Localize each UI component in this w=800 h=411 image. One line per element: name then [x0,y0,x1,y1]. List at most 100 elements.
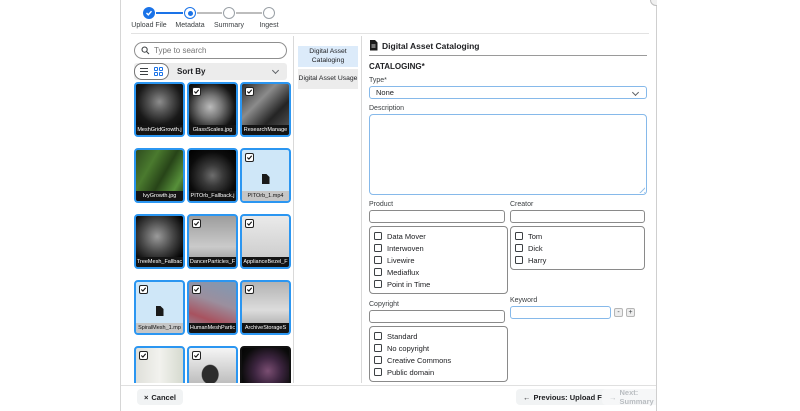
asset-thumbnail[interactable] [134,346,185,383]
chevron-down-icon[interactable] [272,67,279,74]
checkbox-unchecked[interactable] [515,256,523,264]
asset-filename: DancerParticles_F [189,257,236,267]
asset-thumbnail[interactable]: ApplianceBezel_F [240,214,291,269]
checkbox-unchecked[interactable] [374,244,382,252]
checkbox-checked-icon[interactable] [245,153,254,162]
step-summary[interactable] [223,7,235,19]
asset-filename: ArchiveStorageS [242,323,289,333]
asset-thumbnail[interactable] [240,346,291,383]
checkbox-unchecked[interactable] [374,280,382,288]
divider [369,55,647,56]
asset-thumbnail[interactable]: IvyGrowth.jpg [134,148,185,203]
search-icon [141,46,150,55]
divider [361,36,362,383]
checkbox-unchecked[interactable] [374,368,382,376]
step-metadata[interactable] [184,7,196,19]
asset-thumbnail[interactable]: PITOrb_1.mp4 [240,148,291,203]
nav-item-digital-asset-usage[interactable]: Digital Asset Usage [298,69,358,89]
product-input[interactable] [369,210,505,223]
checkbox-unchecked[interactable] [515,232,523,240]
asset-filename: TreeMesh_Fallbac [136,257,183,267]
cancel-button[interactable]: × Cancel [137,389,183,405]
copyright-options: Standard No copyright Creative Commons P… [369,326,508,382]
type-label: Type* [369,77,647,84]
keyword-add-button[interactable]: + [626,308,635,317]
product-option[interactable]: Data Mover [374,230,503,242]
asset-thumbnail[interactable]: ArchiveStorageS [240,280,291,335]
metadata-wizard-dialog: Upload File Metadata Summary Ingest Type… [120,0,657,411]
checkbox-checked-icon[interactable] [245,219,254,228]
product-option[interactable]: Point in Time [374,278,503,290]
asset-thumbnail[interactable]: DancerParticles_F [187,214,238,269]
step-upload-file[interactable] [143,7,155,19]
copyright-option[interactable]: Creative Commons [374,354,503,366]
grid-view-icon[interactable] [154,67,163,76]
section-heading: CATALOGING* [369,62,647,71]
type-select[interactable]: None [369,86,647,99]
close-icon: × [144,393,148,402]
asset-thumbnail[interactable]: SpiralMesh_1.mp [134,280,185,335]
checkbox-unchecked[interactable] [374,356,382,364]
stepper-connector [156,12,183,14]
checkbox-checked-icon[interactable] [192,219,201,228]
divider [121,385,657,386]
asset-filename: ResearchManage [242,125,289,135]
checkbox-unchecked[interactable] [374,332,382,340]
keyword-input[interactable] [510,306,611,319]
stepper-connector [197,12,222,14]
step-label: Ingest [245,22,293,29]
checkbox-unchecked[interactable] [515,244,523,252]
asset-thumbnail[interactable]: ResearchManage [240,82,291,137]
checkbox-checked-icon[interactable] [245,285,254,294]
checkbox-checked-icon[interactable] [192,87,201,96]
description-label: Description [369,105,647,112]
keyword-remove-button[interactable]: - [614,308,623,317]
copyright-option[interactable]: Standard [374,330,503,342]
creator-option[interactable]: Tom [515,230,640,242]
creator-options: Tom Dick Harry [510,226,645,270]
asset-filename: MeshGridGrowth.j [136,125,183,135]
asset-filename: IvyGrowth.jpg [136,191,183,201]
asset-thumbnail[interactable]: HumanMeshPartic [187,280,238,335]
checkbox-unchecked[interactable] [374,268,382,276]
copyright-option[interactable]: Public domain [374,366,503,378]
list-view-icon[interactable] [140,68,148,75]
copyright-option[interactable]: No copyright [374,342,503,354]
asset-thumbnail[interactable] [187,346,238,383]
nav-item-digital-asset-cataloging[interactable]: Digital Asset Cataloging [298,46,358,67]
asset-thumbnail[interactable]: MeshGridGrowth.j [134,82,185,137]
checkbox-unchecked[interactable] [374,232,382,240]
view-toggle[interactable] [134,63,169,80]
asset-thumbnail[interactable]: GlassScales.jpg [187,82,238,137]
stepper-connector [236,12,262,14]
chevron-down-icon [632,89,639,96]
drag-handle-icon[interactable] [650,0,657,6]
asset-thumbnail[interactable]: PITOrb_Fallback.j [187,148,238,203]
description-textarea[interactable] [369,114,647,195]
product-option[interactable]: Interwoven [374,242,503,254]
checkbox-unchecked[interactable] [374,344,382,352]
product-option[interactable]: Mediaflux [374,266,503,278]
checkbox-checked-icon[interactable] [192,351,201,360]
asset-filename: SpiralMesh_1.mp [136,323,183,333]
step-ingest[interactable] [263,7,275,19]
sort-by-dropdown-label[interactable]: Sort By [177,67,205,76]
file-icon [156,306,164,316]
search-input[interactable]: Type to search [134,42,287,59]
checkbox-unchecked[interactable] [374,256,382,264]
creator-option[interactable]: Harry [515,254,640,266]
product-options: Data Mover Interwoven Livewire Mediaflux… [369,226,508,294]
checkbox-checked-icon[interactable] [139,351,148,360]
product-label: Product [369,201,508,208]
checkbox-checked-icon[interactable] [245,87,254,96]
form-header: Digital Asset Cataloging [369,40,647,51]
copyright-input[interactable] [369,310,505,323]
creator-input[interactable] [510,210,645,223]
product-option[interactable]: Livewire [374,254,503,266]
resize-handle-icon[interactable] [638,186,645,193]
next-button[interactable]: → Next: Summary [602,389,657,405]
checkbox-checked-icon[interactable] [192,285,201,294]
asset-thumbnail[interactable]: TreeMesh_Fallbac [134,214,185,269]
creator-option[interactable]: Dick [515,242,640,254]
checkbox-checked-icon[interactable] [139,285,148,294]
